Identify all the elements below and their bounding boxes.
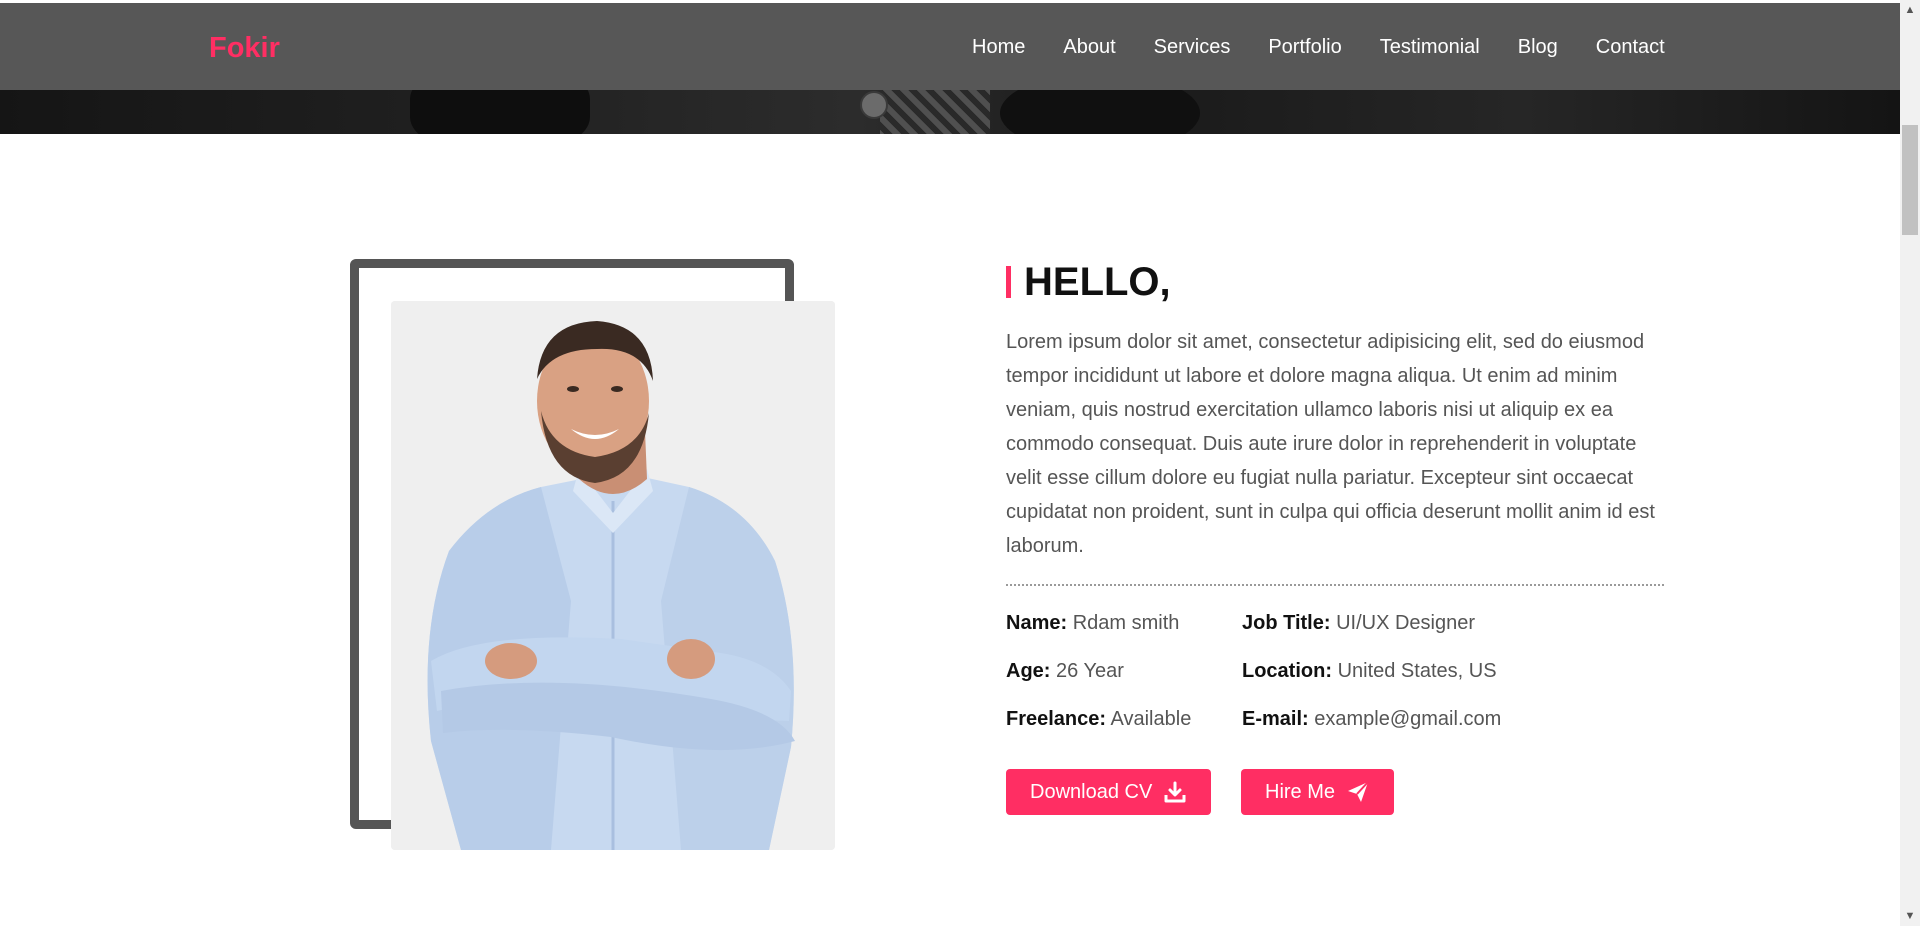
dotted-divider — [1006, 584, 1664, 586]
profile-person-illustration — [391, 301, 835, 850]
info-name: Name: Rdam smith — [1006, 609, 1179, 637]
about-paragraph: Lorem ipsum dolor sit amet, consectetur … — [1006, 331, 1655, 557]
nav-link-contact[interactable]: Contact — [1596, 33, 1665, 61]
download-cv-button[interactable]: Download CV — [1006, 769, 1211, 815]
scroll-down-arrow-icon[interactable]: ▼ — [1900, 908, 1920, 924]
profile-photo — [391, 301, 835, 850]
info-job-title-value: UI/UX Designer — [1336, 612, 1476, 634]
info-email-value: example@gmail.com — [1314, 708, 1502, 730]
nav-item: Services — [1154, 33, 1269, 61]
info-age: Age: 26 Year — [1006, 657, 1124, 685]
info-location-value: United States, US — [1337, 660, 1497, 682]
info-name-label: Name: — [1006, 612, 1068, 634]
hero-shirt-pattern — [880, 83, 990, 134]
hero-shirt-button — [860, 91, 888, 119]
scroll-thumb[interactable] — [1902, 125, 1918, 235]
nav-link-blog[interactable]: Blog — [1518, 33, 1558, 61]
info-freelance-value: Available — [1110, 708, 1192, 730]
navbar: Fokir Home About Services Portfolio Test… — [0, 3, 1900, 90]
info-email-label: E-mail: — [1242, 708, 1309, 730]
scroll-up-arrow-icon[interactable]: ▲ — [1900, 2, 1920, 18]
info-job-title-label: Job Title: — [1242, 612, 1331, 634]
nav-link-home[interactable]: Home — [972, 33, 1025, 61]
heading-accent-bar — [1006, 266, 1011, 298]
info-job-title: Job Title: UI/UX Designer — [1242, 609, 1475, 637]
nav-menu: Home About Services Portfolio Testimonia… — [972, 33, 1665, 61]
nav-link-about[interactable]: About — [1063, 33, 1115, 61]
nav-item: Testimonial — [1380, 33, 1518, 61]
info-freelance: Freelance: Available — [1006, 705, 1191, 733]
info-age-value: 26 Year — [1056, 660, 1124, 682]
hire-me-button[interactable]: Hire Me — [1241, 769, 1394, 815]
info-name-value: Rdam smith — [1072, 612, 1180, 634]
page-scrollbar[interactable]: ▲ ▼ — [1900, 0, 1920, 926]
download-cv-label: Download CV — [1030, 781, 1153, 803]
nav-item: Blog — [1518, 33, 1596, 61]
download-icon — [1164, 781, 1186, 803]
nav-item: Contact — [1596, 33, 1665, 61]
nav-link-testimonial[interactable]: Testimonial — [1380, 33, 1480, 61]
info-freelance-label: Freelance: — [1006, 708, 1107, 730]
paper-plane-icon — [1347, 781, 1369, 803]
nav-item: Home — [972, 33, 1063, 61]
nav-link-services[interactable]: Services — [1154, 33, 1231, 61]
info-age-label: Age: — [1006, 660, 1051, 682]
about-heading: HELLO, — [1024, 260, 1171, 304]
info-location: Location: United States, US — [1242, 657, 1497, 685]
nav-item: Portfolio — [1268, 33, 1379, 61]
info-email: E-mail: example@gmail.com — [1242, 705, 1501, 733]
info-location-label: Location: — [1242, 660, 1332, 682]
logo[interactable]: Fokir — [209, 31, 280, 65]
nav-link-portfolio[interactable]: Portfolio — [1268, 33, 1341, 61]
hire-me-label: Hire Me — [1265, 781, 1336, 803]
nav-item: About — [1063, 33, 1153, 61]
